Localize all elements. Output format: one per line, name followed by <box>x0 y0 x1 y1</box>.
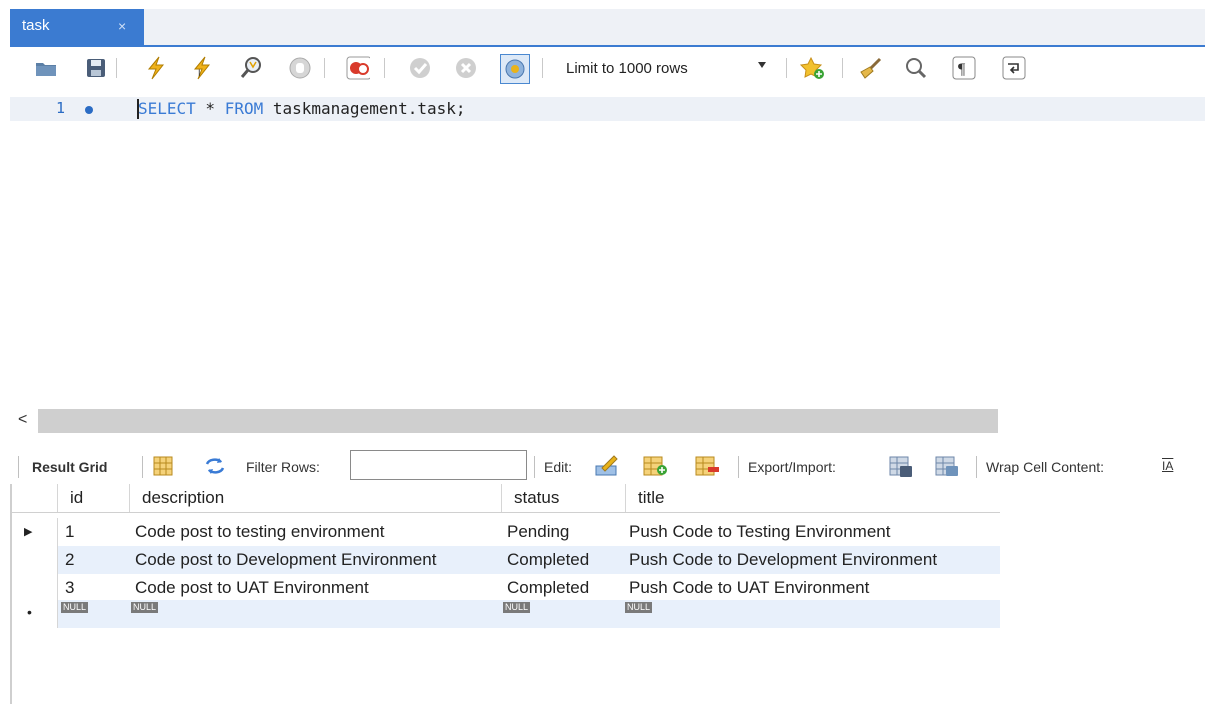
cell-id[interactable]: 2 <box>65 546 129 574</box>
row-marker: ▶ <box>12 518 58 546</box>
snippet-star-icon[interactable] <box>800 56 824 80</box>
row-marker: • <box>12 600 58 628</box>
toolbar-separator <box>542 58 543 78</box>
scroll-thumb[interactable] <box>38 409 998 433</box>
panel-left-border <box>10 629 12 704</box>
toolbar-separator <box>842 58 843 78</box>
dropdown-arrow-icon[interactable] <box>758 62 766 68</box>
text-caret <box>137 99 139 119</box>
null-badge: NULL <box>503 602 531 613</box>
statement-marker-icon <box>85 106 93 114</box>
grid-header-row: id description status title <box>12 484 1000 513</box>
stop-icon[interactable] <box>288 56 312 80</box>
wrap-cell-content-icon[interactable]: IA <box>1162 459 1173 473</box>
null-badge: NULL <box>131 602 159 613</box>
table-row[interactable]: 3 Code post to UAT Environment Completed… <box>12 574 1000 602</box>
cell-description[interactable]: Code post to UAT Environment <box>135 574 501 602</box>
cell-description[interactable]: Code post to testing environment <box>135 518 501 546</box>
sql-keyword-from: FROM <box>224 99 264 118</box>
sql-table-ref: taskmanagement.task; <box>263 99 466 118</box>
cell-status[interactable]: Completed <box>507 546 619 574</box>
cell-status[interactable]: Completed <box>507 574 619 602</box>
limit-rows-select[interactable]: Limit to 1000 rows <box>556 56 776 80</box>
null-badge: NULL <box>625 602 653 613</box>
filter-rows-input[interactable] <box>350 450 527 480</box>
cell-title-null[interactable]: NULL <box>625 600 995 628</box>
toolbar-separator <box>534 456 535 478</box>
column-header-description[interactable]: description <box>129 484 502 512</box>
edit-row-icon[interactable] <box>594 454 620 478</box>
toolbar-separator <box>976 456 977 478</box>
cell-description[interactable]: Code post to Development Environment <box>135 546 501 574</box>
insert-row-icon[interactable] <box>642 454 668 478</box>
svg-text:¶: ¶ <box>958 61 966 78</box>
result-grid-label[interactable]: Result Grid <box>32 459 107 475</box>
commit-icon[interactable] <box>408 56 432 80</box>
autocommit-icon[interactable] <box>500 54 530 84</box>
toolbar-separator <box>116 58 117 78</box>
editor-horizontal-scrollbar[interactable]: < <box>10 409 1205 433</box>
toolbar-separator <box>738 456 739 478</box>
scroll-left-icon[interactable]: < <box>18 411 27 429</box>
save-icon[interactable] <box>84 56 108 80</box>
edit-label: Edit: <box>544 459 573 475</box>
export-import-label: Export/Import: <box>748 459 836 475</box>
result-grid-toolbar: Result Grid Filter Rows: Edit: Export/Im… <box>10 450 1205 482</box>
explain-magnifier-icon[interactable] <box>240 56 264 80</box>
export-icon[interactable] <box>888 454 914 478</box>
rollback-icon[interactable] <box>454 56 478 80</box>
lightning-cursor-icon[interactable]: I <box>190 56 214 80</box>
filter-rows-label: Filter Rows: <box>246 459 320 475</box>
row-marker-header <box>12 484 58 512</box>
tab-close-icon[interactable]: × <box>118 18 126 34</box>
null-badge: NULL <box>61 602 89 613</box>
toolbar-separator <box>324 58 325 78</box>
import-icon[interactable] <box>934 454 960 478</box>
new-table-row[interactable]: • NULL NULL NULL NULL <box>12 600 1000 628</box>
delete-row-icon[interactable] <box>694 454 720 478</box>
svg-text:I: I <box>198 68 201 78</box>
wrap-lines-icon[interactable] <box>1002 56 1026 80</box>
table-row[interactable]: 2 Code post to Development Environment C… <box>12 546 1000 574</box>
editor-tab-strip: task × <box>10 9 1205 47</box>
row-marker <box>12 546 58 574</box>
cell-title[interactable]: Push Code to Testing Environment <box>629 518 999 546</box>
wrap-cell-content-label: Wrap Cell Content: <box>986 459 1105 475</box>
beautify-broom-icon[interactable] <box>858 56 882 80</box>
toolbar-separator <box>786 58 787 78</box>
row-marker <box>12 574 58 602</box>
cell-title[interactable]: Push Code to Development Environment <box>629 546 999 574</box>
refresh-icon[interactable] <box>202 454 228 478</box>
current-row-arrow-icon: ▶ <box>24 526 33 538</box>
folder-open-icon[interactable] <box>34 56 58 80</box>
sql-star: * <box>195 99 225 118</box>
sql-editor-toolbar: I Limit to 1000 rows ¶ <box>10 50 1205 88</box>
table-row[interactable]: ▶ 1 Code post to testing environment Pen… <box>12 518 1000 546</box>
cell-status-null[interactable]: NULL <box>503 600 615 628</box>
find-icon[interactable] <box>904 56 928 80</box>
new-row-marker-icon: • <box>27 604 32 620</box>
toolbar-separator <box>142 456 143 478</box>
cell-status[interactable]: Pending <box>507 518 619 546</box>
column-header-title[interactable]: title <box>625 484 1001 512</box>
sql-statement[interactable]: SELECT * FROM taskmanagement.task; <box>138 99 466 118</box>
invisible-chars-icon[interactable]: ¶ <box>952 56 976 80</box>
grid-view-icon[interactable] <box>152 454 178 478</box>
lightning-execute-icon[interactable] <box>144 56 168 80</box>
tab-task[interactable]: task × <box>10 9 144 45</box>
limit-rows-label: Limit to 1000 rows <box>566 60 688 77</box>
toggle-error-icon[interactable] <box>346 56 370 80</box>
cell-id-null[interactable]: NULL <box>61 600 125 628</box>
cell-description-null[interactable]: NULL <box>131 600 497 628</box>
column-header-status[interactable]: status <box>501 484 626 512</box>
sql-editor[interactable]: 1 SELECT * FROM taskmanagement.task; <box>10 90 1205 405</box>
toolbar-separator <box>384 58 385 78</box>
tab-title: task <box>22 17 50 34</box>
cell-id[interactable]: 1 <box>65 518 129 546</box>
line-number: 1 <box>56 99 66 117</box>
cell-title[interactable]: Push Code to UAT Environment <box>629 574 999 602</box>
toolbar-separator <box>18 456 19 478</box>
cell-id[interactable]: 3 <box>65 574 129 602</box>
sql-keyword-select: SELECT <box>138 99 196 118</box>
